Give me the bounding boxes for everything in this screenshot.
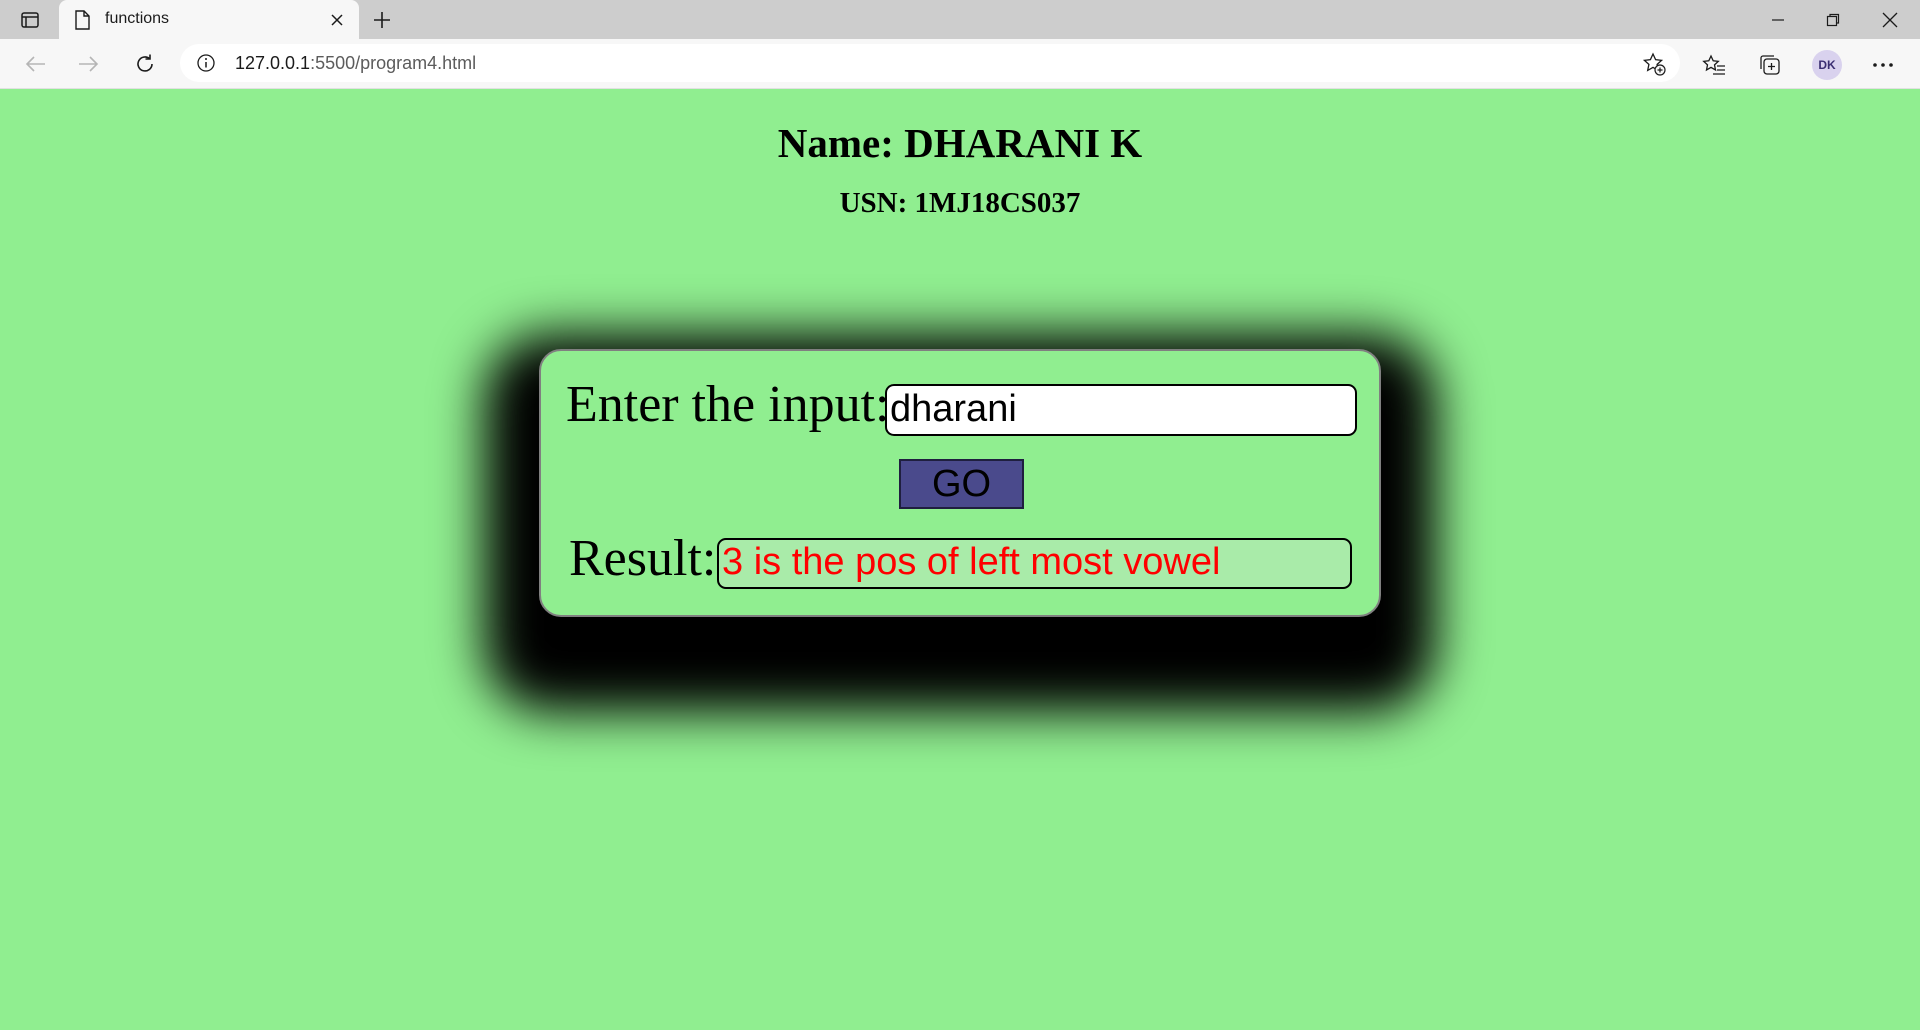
restore-icon[interactable] bbox=[1811, 6, 1855, 34]
go-button[interactable]: GO bbox=[899, 459, 1024, 509]
page-content: Name: DHARANI K USN: 1MJ18CS037 Enter th… bbox=[0, 89, 1920, 1030]
avatar[interactable]: DK bbox=[1812, 50, 1842, 80]
info-icon[interactable] bbox=[196, 53, 216, 73]
browser-toolbar: 127.0.0.1:5500/program4.html DK bbox=[0, 39, 1920, 89]
name-heading: Name: DHARANI K bbox=[777, 120, 1143, 166]
result-label: Result: bbox=[569, 530, 717, 587]
plus-icon[interactable] bbox=[368, 6, 396, 34]
back-icon[interactable] bbox=[20, 50, 50, 78]
usn-heading: USN: 1MJ18CS037 bbox=[839, 187, 1081, 219]
text-input[interactable]: dharani bbox=[885, 384, 1357, 436]
tab-strip: functions bbox=[0, 0, 1920, 39]
add-favorite-icon[interactable] bbox=[1642, 52, 1666, 76]
forward-icon[interactable] bbox=[74, 50, 104, 78]
url-path: :5500/program4.html bbox=[310, 53, 477, 73]
url-host: 127.0.0.1 bbox=[235, 53, 311, 73]
result-field: 3 is the pos of left most vowel bbox=[717, 538, 1352, 589]
page-icon bbox=[74, 10, 92, 30]
reload-icon[interactable] bbox=[130, 50, 160, 78]
collections-icon[interactable] bbox=[1757, 52, 1783, 78]
minimize-icon[interactable] bbox=[1756, 6, 1800, 34]
close-icon[interactable] bbox=[327, 10, 347, 30]
form-card: Enter the input: dharani GO Result: 3 is… bbox=[539, 349, 1381, 617]
window-close-icon[interactable] bbox=[1868, 6, 1912, 34]
input-label: Enter the input: bbox=[566, 376, 890, 433]
url-text: 127.0.0.1:5500/program4.html bbox=[235, 53, 476, 74]
tab-title: functions bbox=[105, 10, 170, 27]
address-bar[interactable]: 127.0.0.1:5500/program4.html bbox=[180, 44, 1680, 82]
favorites-icon[interactable] bbox=[1701, 52, 1727, 78]
more-icon[interactable] bbox=[1870, 52, 1896, 78]
browser-tab[interactable]: functions bbox=[59, 0, 359, 39]
sidebar-icon[interactable] bbox=[16, 8, 44, 32]
